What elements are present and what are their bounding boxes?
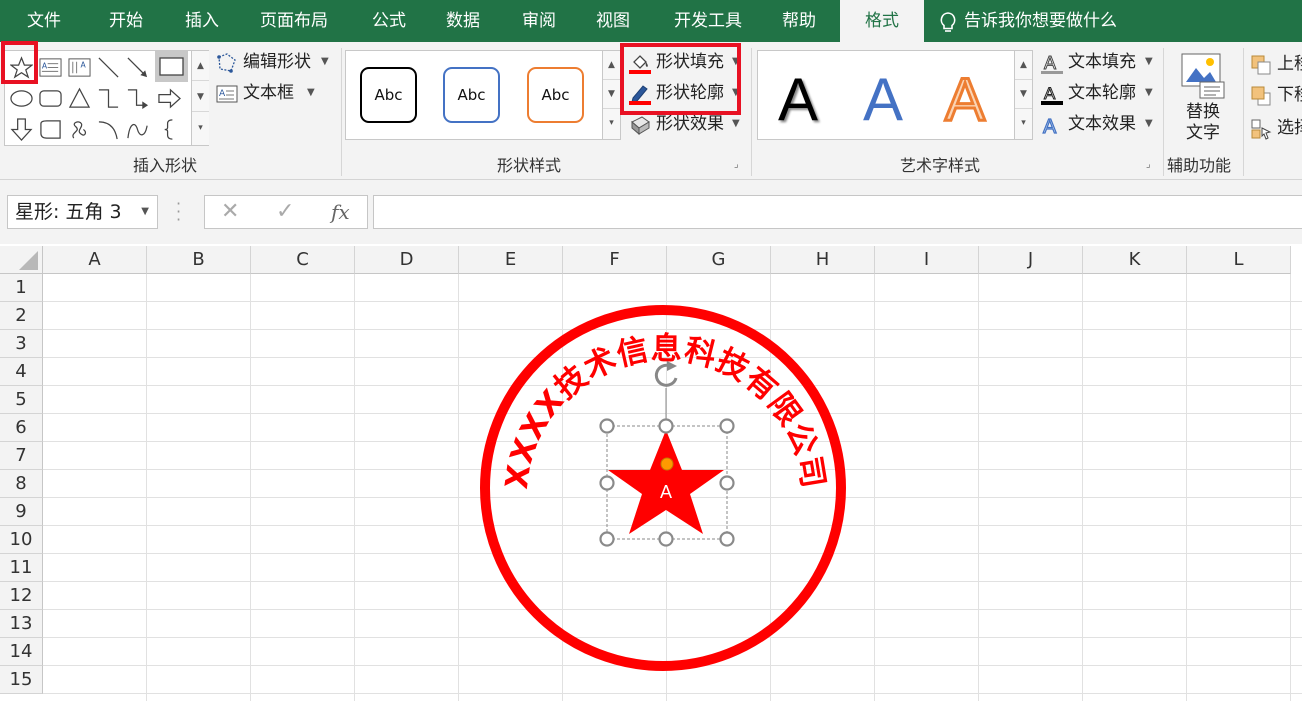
resize-handle-bottom-right[interactable] bbox=[719, 531, 735, 547]
resize-handle-bottom-left[interactable] bbox=[599, 531, 615, 547]
resize-handle-right[interactable] bbox=[719, 475, 735, 491]
adjust-handle[interactable] bbox=[660, 457, 674, 471]
resize-handle-top-left[interactable] bbox=[599, 418, 615, 434]
resize-handle-left[interactable] bbox=[599, 475, 615, 491]
resize-handle-top-right[interactable] bbox=[719, 418, 735, 434]
star-label: A bbox=[660, 482, 672, 502]
resize-handle-bottom[interactable] bbox=[658, 531, 674, 547]
stamp-drawing: XXXX技术信息科技有限公司 A bbox=[480, 305, 846, 671]
resize-handle-top[interactable] bbox=[658, 418, 674, 434]
